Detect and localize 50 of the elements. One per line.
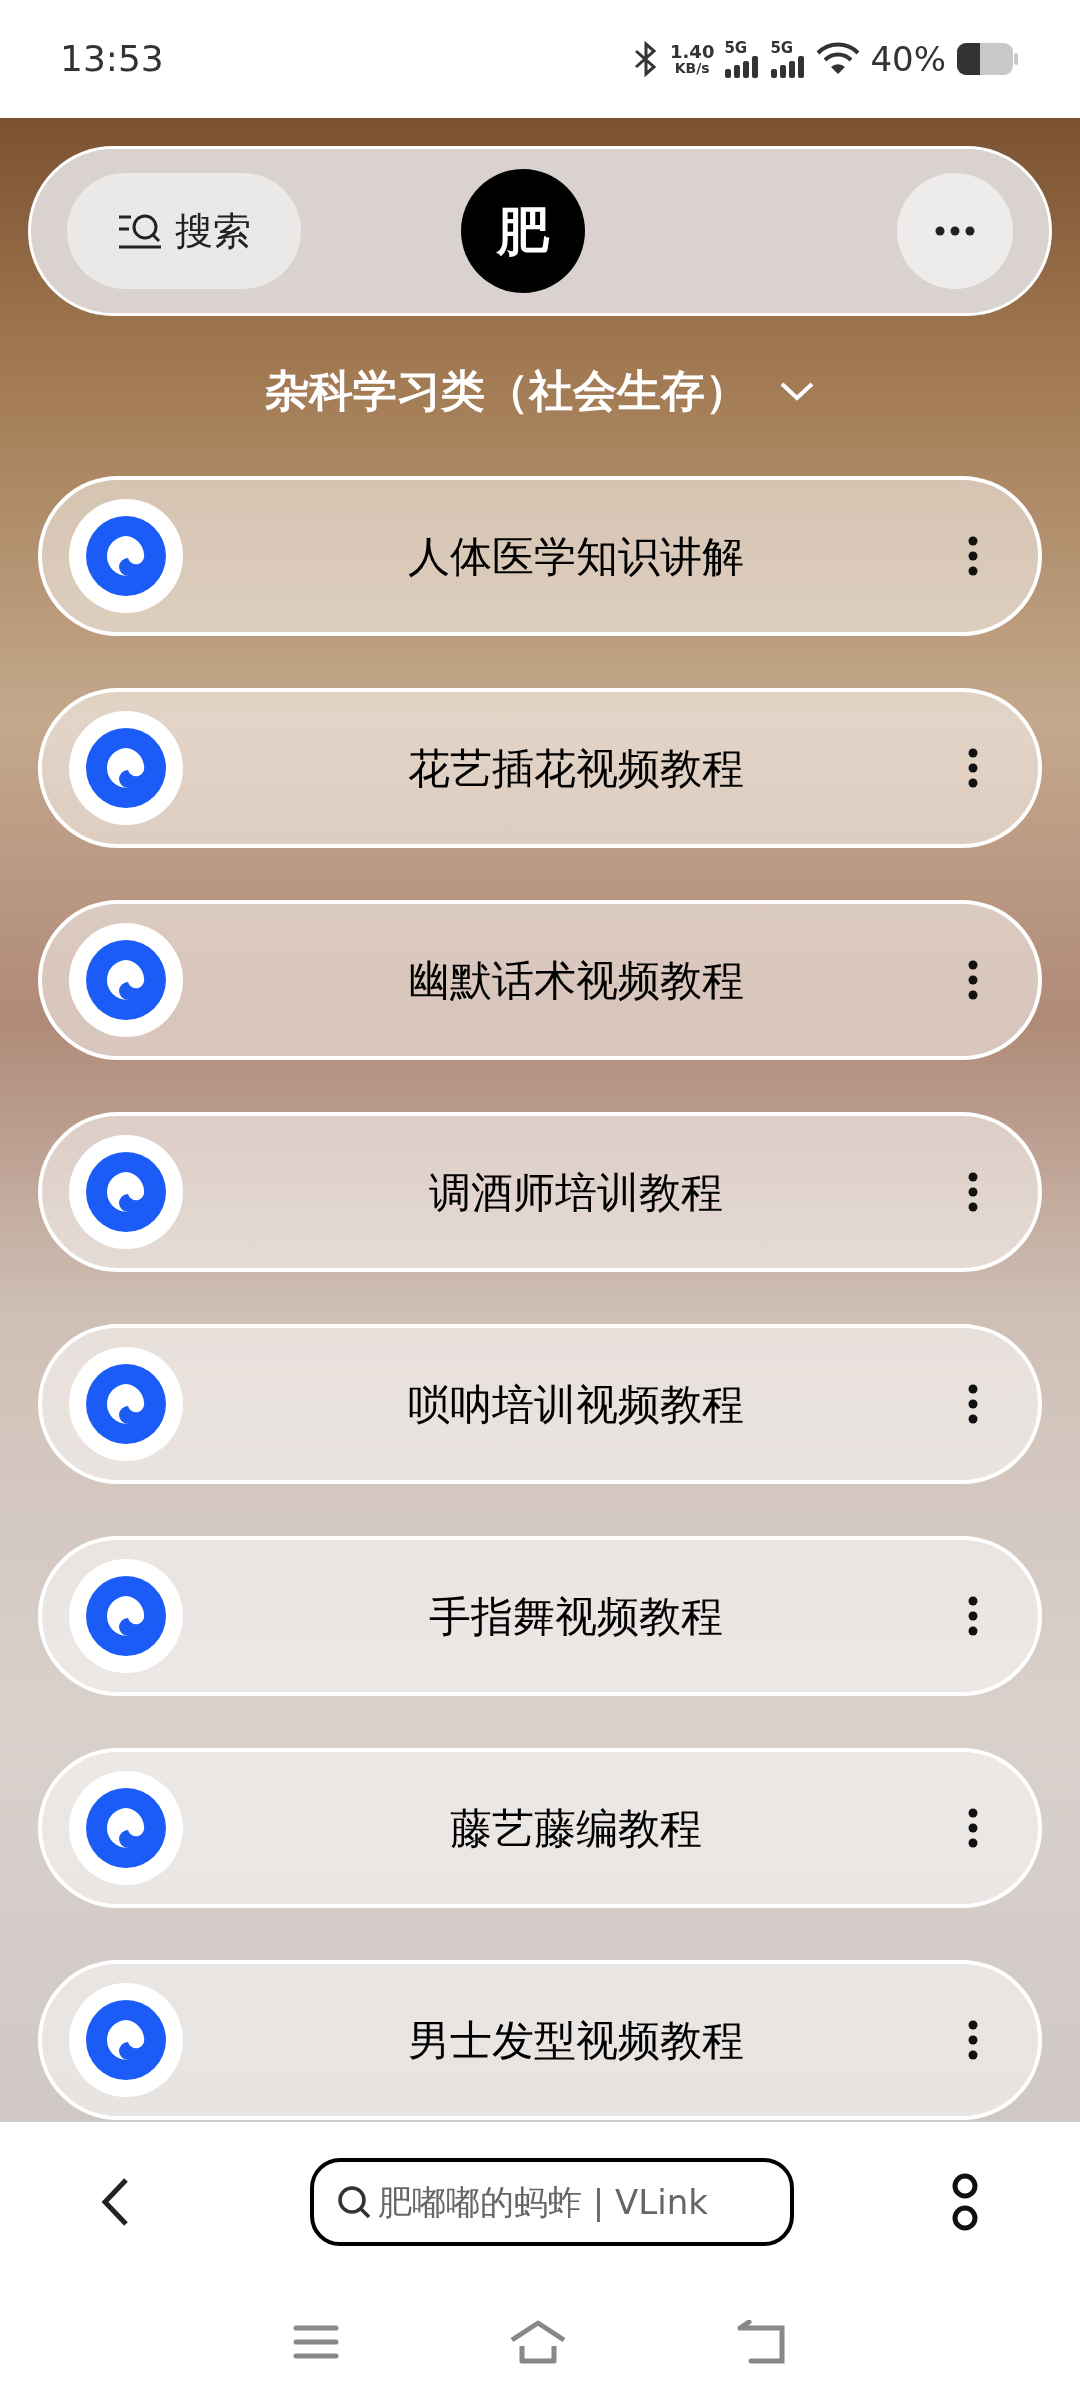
search-button[interactable]: 搜索 xyxy=(67,173,301,289)
more-vertical-icon[interactable] xyxy=(968,960,978,1000)
app-logo-icon xyxy=(68,1982,184,2098)
app-logo-icon xyxy=(68,1346,184,1462)
more-vertical-icon[interactable] xyxy=(968,1808,978,1848)
item-title: 花艺插花视频教程 xyxy=(407,742,745,795)
list-item[interactable]: 手指舞视频教程 xyxy=(38,1536,1042,1696)
app-logo-icon xyxy=(68,1558,184,1674)
battery-icon xyxy=(956,41,1020,77)
more-vertical-icon[interactable] xyxy=(968,1596,978,1636)
back-gesture-icon[interactable] xyxy=(737,2320,787,2364)
menu-icon[interactable] xyxy=(293,2324,339,2360)
item-title: 男士发型视频教程 xyxy=(407,2014,745,2067)
clock-time: 13:53 xyxy=(60,37,164,81)
more-vertical-icon[interactable] xyxy=(968,536,978,576)
more-vertical-icon[interactable] xyxy=(968,1384,978,1424)
page-title: 肥嘟嘟的蚂蚱 | VLink xyxy=(378,2180,708,2224)
list-item[interactable]: 幽默话术视频教程 xyxy=(38,900,1042,1060)
address-field[interactable]: 肥嘟嘟的蚂蚱 | VLink xyxy=(310,2158,794,2246)
app-logo-icon xyxy=(68,1134,184,1250)
list-item[interactable]: 花艺插花视频教程 xyxy=(38,688,1042,848)
category-dropdown[interactable]: 杂科学习类（社会生存） xyxy=(265,358,815,424)
chevron-down-icon xyxy=(779,381,815,401)
item-title: 藤艺藤编教程 xyxy=(449,1802,703,1855)
item-title: 调酒师培训教程 xyxy=(428,1166,724,1219)
back-icon[interactable] xyxy=(100,2177,130,2227)
battery-percent: 40% xyxy=(870,37,946,81)
list-item[interactable]: 调酒师培训教程 xyxy=(38,1112,1042,1272)
list-item[interactable]: 人体医学知识讲解 xyxy=(38,476,1042,636)
app-logo-icon xyxy=(68,498,184,614)
search-icon xyxy=(336,2184,372,2220)
list-item[interactable]: 男士发型视频教程 xyxy=(38,1960,1042,2120)
more-vertical-icon[interactable] xyxy=(968,1172,978,1212)
app-logo-icon xyxy=(68,1770,184,1886)
more-vertical-icon[interactable] xyxy=(968,2020,978,2060)
avatar-badge[interactable]: 肥 xyxy=(461,169,585,293)
app-logo-icon xyxy=(68,922,184,1038)
list-item[interactable]: 唢呐培训视频教程 xyxy=(38,1324,1042,1484)
list-item[interactable]: 藤艺藤编教程 xyxy=(38,1748,1042,1908)
item-title: 唢呐培训视频教程 xyxy=(407,1378,745,1431)
item-title: 人体医学知识讲解 xyxy=(407,530,745,583)
wifi-icon xyxy=(816,41,861,77)
item-title: 幽默话术视频教程 xyxy=(407,954,745,1007)
item-title: 手指舞视频教程 xyxy=(428,1590,724,1643)
home-icon[interactable] xyxy=(509,2320,567,2364)
more-vertical-icon[interactable] xyxy=(968,748,978,788)
app-logo-icon xyxy=(68,710,184,826)
network-speed: 1.40 KB/s xyxy=(670,43,715,75)
menu-dots-icon[interactable] xyxy=(950,2172,980,2232)
more-icon xyxy=(935,226,975,236)
